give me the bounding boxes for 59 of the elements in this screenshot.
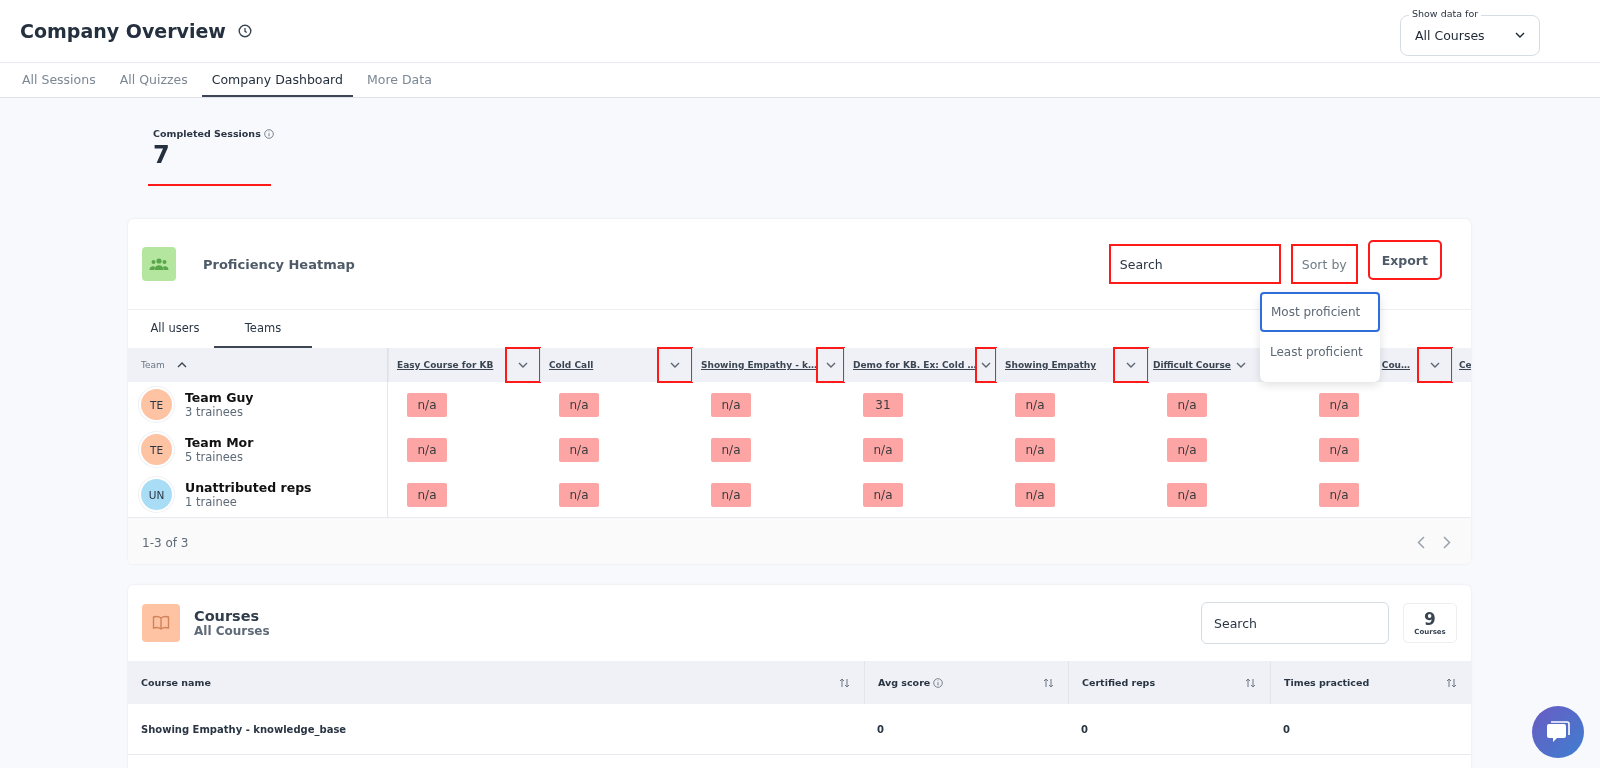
score-cell: n/a — [1319, 482, 1359, 507]
table-cell: 0 — [877, 723, 884, 735]
stat-value: 7 — [153, 141, 171, 169]
score-cell: n/a — [1319, 392, 1359, 417]
score-cell: n/a — [711, 437, 751, 462]
table-cell: 0 — [1081, 723, 1088, 735]
score-cell: n/a — [863, 437, 903, 462]
export-button[interactable]: Export — [1368, 241, 1441, 279]
score-cell: n/a — [407, 392, 447, 417]
score-cell: n/a — [711, 482, 751, 507]
nav-tab[interactable]: Company Dashboard — [201, 63, 353, 97]
score-cell: n/a — [863, 482, 903, 507]
score-cell: n/a — [1167, 392, 1207, 417]
score-cell: n/a — [1167, 437, 1207, 462]
team-name[interactable]: Unattributed reps — [185, 480, 312, 495]
score-cell: n/a — [1015, 437, 1055, 462]
score-cell: n/a — [559, 392, 599, 417]
trainee-count: 3 trainees — [185, 405, 244, 419]
column-header[interactable]: Certified reps — [1082, 677, 1156, 688]
score-cell: n/a — [711, 392, 751, 417]
team-name[interactable]: Team Mor — [185, 435, 254, 450]
score-cell: n/a — [1015, 392, 1055, 417]
trainee-count: 5 trainees — [185, 450, 244, 464]
menu-item[interactable]: Least proficient — [1260, 332, 1380, 372]
table-cell: 0 — [1283, 723, 1290, 735]
view-tab[interactable]: All users — [136, 310, 214, 348]
card-title: Courses — [194, 608, 261, 624]
column-header[interactable]: Times practiced — [1284, 677, 1370, 688]
team-avatar: UN — [141, 479, 172, 510]
column-header[interactable]: Avg score — [878, 677, 931, 688]
trainee-count: 1 trainee — [185, 495, 238, 509]
sort-button[interactable]: Sort by — [1291, 245, 1357, 283]
score-cell: n/a — [559, 437, 599, 462]
score-cell: n/a — [407, 482, 447, 507]
nav-tab[interactable]: All Quizzes — [109, 63, 198, 97]
pagination-text: 1-3 of 3 — [142, 535, 189, 550]
score-cell: 31 — [863, 392, 903, 417]
column-header[interactable]: Team — [141, 360, 165, 370]
stat-label: Completed Sessions — [153, 128, 261, 139]
nav-tab[interactable]: More Data — [357, 63, 442, 97]
search-field[interactable]: Search — [1201, 602, 1389, 644]
column-header[interactable]: Cou… — [1381, 360, 1418, 370]
page-title: Company Overview — [20, 20, 226, 42]
column-header[interactable]: Difficult Course — [1149, 360, 1231, 370]
score-cell: n/a — [559, 482, 599, 507]
column-header[interactable]: Course name — [141, 677, 211, 688]
card-title: Proficiency Heatmap — [203, 256, 356, 272]
menu-item[interactable]: Most proficient — [1260, 292, 1380, 332]
score-cell: n/a — [1319, 437, 1359, 462]
score-cell: n/a — [407, 437, 447, 462]
search-field[interactable]: Search — [1109, 245, 1280, 283]
team-avatar: TE — [141, 434, 172, 465]
team-name[interactable]: Team Guy — [185, 390, 254, 405]
score-cell: n/a — [1167, 482, 1207, 507]
score-cell: n/a — [1015, 482, 1055, 507]
team-avatar: TE — [141, 389, 172, 420]
nav-tab[interactable]: All Sessions — [12, 63, 106, 97]
card-subtitle: All Courses — [194, 624, 271, 638]
table-cell: Showing Empathy - knowledge_base — [141, 723, 347, 735]
